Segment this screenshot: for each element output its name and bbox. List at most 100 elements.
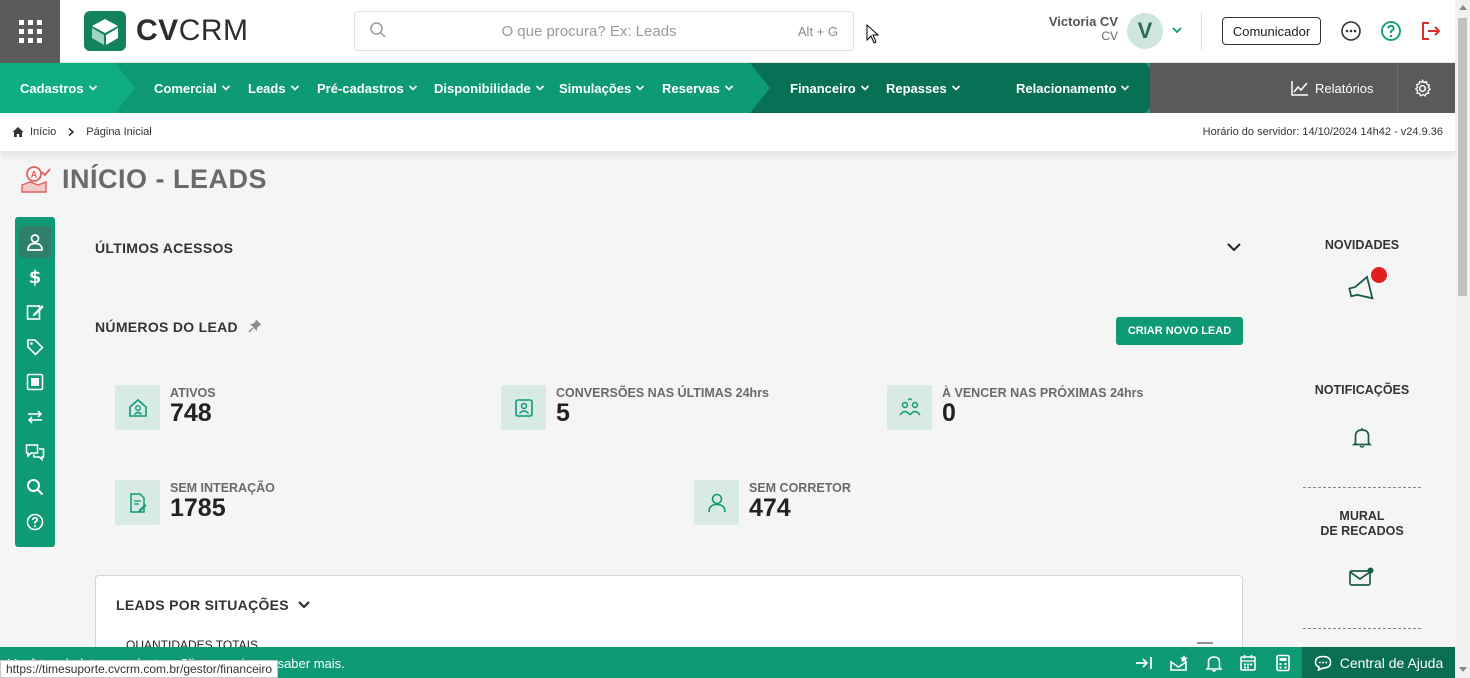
- novidades-title: NOVIDADES: [1324, 238, 1400, 252]
- logo[interactable]: CVCRM: [84, 11, 249, 51]
- nav-label: Disponibilidade: [434, 80, 531, 96]
- breadcrumb-bar: Início Página Inicial Horário do servido…: [0, 113, 1455, 151]
- leads-icon: A: [21, 165, 51, 193]
- sidebar-item-leads[interactable]: [19, 226, 51, 258]
- stat-icon-box: [694, 480, 739, 525]
- criar-novo-lead-button[interactable]: CRIAR NOVO LEAD: [1116, 317, 1243, 345]
- scroll-up-arrow-icon[interactable]: [1459, 5, 1467, 10]
- comunicador-button[interactable]: Comunicador: [1222, 17, 1321, 45]
- collapse-right-icon[interactable]: [1134, 654, 1154, 672]
- nav-label: Relacionamento: [1016, 80, 1117, 96]
- sidebar-item-help[interactable]: [19, 506, 51, 538]
- stat-sem-corretor[interactable]: SEM CORRETOR 474: [694, 480, 851, 525]
- sidebar-item-tags[interactable]: [19, 331, 51, 363]
- nav-relatorios[interactable]: Relatórios: [1291, 63, 1374, 113]
- search-icon: [27, 479, 44, 496]
- main-navigation: Cadastros Comercial Leads Pré-cadastros …: [0, 63, 1455, 113]
- calendar-icon[interactable]: [1239, 654, 1257, 672]
- scroll-thumb[interactable]: [1458, 18, 1467, 296]
- sidebar-item-search[interactable]: [19, 471, 51, 503]
- stat-label: CONVERSÕES NAS ÚLTIMAS 24hrs: [556, 386, 770, 400]
- calculator-icon[interactable]: [1274, 654, 1292, 672]
- sidebar-item-documents[interactable]: [19, 366, 51, 398]
- user-info[interactable]: Victoria CV CV: [1030, 14, 1118, 43]
- breadcrumb-current: Página Inicial: [86, 126, 152, 138]
- chevron-down-icon[interactable]: [1171, 24, 1183, 36]
- stat-a-vencer[interactable]: À VENCER NAS PRÓXIMAS 24hrs 0: [887, 385, 1143, 430]
- nav-reservas[interactable]: Reservas: [662, 63, 734, 113]
- chat-icon: [25, 444, 45, 461]
- header-shadow: [0, 151, 1455, 163]
- nav-financeiro[interactable]: Financeiro: [790, 63, 870, 113]
- nav-cadastros[interactable]: Cadastros: [20, 63, 98, 113]
- nav-label: Relatórios: [1315, 80, 1374, 96]
- notificacoes-title: NOTIFICAÇÕES: [1314, 383, 1410, 397]
- gear-icon[interactable]: [1413, 79, 1432, 98]
- nav-pre-cadastros[interactable]: Pré-cadastros: [317, 63, 418, 113]
- nav-separator: [1397, 63, 1398, 113]
- envelope-icon[interactable]: [1348, 566, 1376, 588]
- avatar[interactable]: V: [1127, 13, 1163, 49]
- home-icon[interactable]: [12, 126, 24, 138]
- logout-icon[interactable]: [1420, 20, 1442, 42]
- sidebar-item-edit[interactable]: [19, 296, 51, 328]
- sidebar-item-financeiro[interactable]: $: [19, 261, 51, 293]
- mural-title-line: MURAL: [1339, 509, 1385, 523]
- nav-relacionamento[interactable]: Relacionamento: [1016, 63, 1130, 113]
- mouse-cursor-icon: [866, 24, 880, 44]
- chevron-down-icon: [88, 85, 97, 91]
- grid-icon: [18, 20, 42, 43]
- pin-icon[interactable]: [247, 318, 263, 334]
- stat-sem-interacao[interactable]: SEM INTERAÇÃO 1785: [115, 480, 275, 525]
- nav-label: Simulações: [559, 80, 632, 96]
- nav-label: Leads: [248, 80, 286, 96]
- situacoes-header[interactable]: LEADS POR SITUAÇÕES: [116, 597, 311, 613]
- more-options-icon[interactable]: [1340, 20, 1362, 42]
- stat-text: À VENCER NAS PRÓXIMAS 24hrs 0: [942, 385, 1143, 426]
- page-title: A INÍCIO - LEADS: [20, 164, 267, 195]
- stat-text: CONVERSÕES NAS ÚLTIMAS 24hrs 5: [556, 385, 769, 426]
- megaphone-icon[interactable]: [1346, 264, 1390, 304]
- breadcrumb-home[interactable]: Início: [30, 126, 56, 138]
- sidebar-item-chat[interactable]: [19, 436, 51, 468]
- nav-disponibilidade[interactable]: Disponibilidade: [434, 63, 545, 113]
- apps-menu-button[interactable]: [0, 0, 60, 63]
- mail-star-icon[interactable]: [1168, 654, 1190, 672]
- nav-comercial[interactable]: Comercial: [154, 63, 231, 113]
- search-input[interactable]: [355, 12, 853, 50]
- bell-icon[interactable]: [1351, 426, 1373, 448]
- nav-simulacoes[interactable]: Simulações: [559, 63, 645, 113]
- help-icon[interactable]: [1380, 20, 1402, 42]
- vertical-scrollbar[interactable]: [1455, 0, 1470, 678]
- nav-leads[interactable]: Leads: [248, 63, 300, 113]
- stat-ativos[interactable]: ATIVOS 748: [115, 385, 216, 430]
- search-shortcut: Alt + G: [797, 24, 838, 39]
- chevron-down-icon[interactable]: [1226, 241, 1242, 253]
- ultimos-acessos-title[interactable]: ÚLTIMOS ACESSOS: [95, 240, 233, 256]
- bell-icon[interactable]: [1205, 654, 1223, 672]
- mural-title-line: DE RECADOS: [1320, 524, 1404, 538]
- tag-icon: [27, 339, 44, 356]
- nav-label: Comercial: [154, 80, 217, 96]
- logo-text-bold: CV: [136, 14, 179, 47]
- users-swap-icon: [898, 397, 921, 415]
- central-de-ajuda-button[interactable]: Central de Ajuda: [1302, 647, 1455, 678]
- nav-label: Cadastros: [20, 80, 84, 96]
- scroll-down-arrow-icon[interactable]: [1459, 667, 1467, 672]
- stat-conversoes[interactable]: CONVERSÕES NAS ÚLTIMAS 24hrs 5: [501, 385, 769, 430]
- chevron-down-icon: [290, 85, 299, 91]
- user-icon: [27, 234, 43, 251]
- chevron-down-icon: [860, 85, 869, 91]
- page-title-text: INÍCIO - LEADS: [62, 164, 268, 194]
- stat-icon-box: [887, 385, 932, 430]
- right-separator: [1303, 628, 1421, 629]
- nav-repasses[interactable]: Repasses: [886, 63, 961, 113]
- search-box[interactable]: Alt + G: [354, 11, 854, 51]
- chevron-right-icon: [68, 127, 75, 137]
- svg-text:$: $: [29, 268, 42, 286]
- numeros-lead-title: NÚMEROS DO LEAD: [95, 319, 238, 335]
- situacoes-title: LEADS POR SITUAÇÕES: [116, 597, 289, 613]
- sidebar-item-transfers[interactable]: [19, 401, 51, 433]
- chevron-down-icon: [408, 85, 417, 91]
- chat-bubble-icon: [1314, 655, 1332, 671]
